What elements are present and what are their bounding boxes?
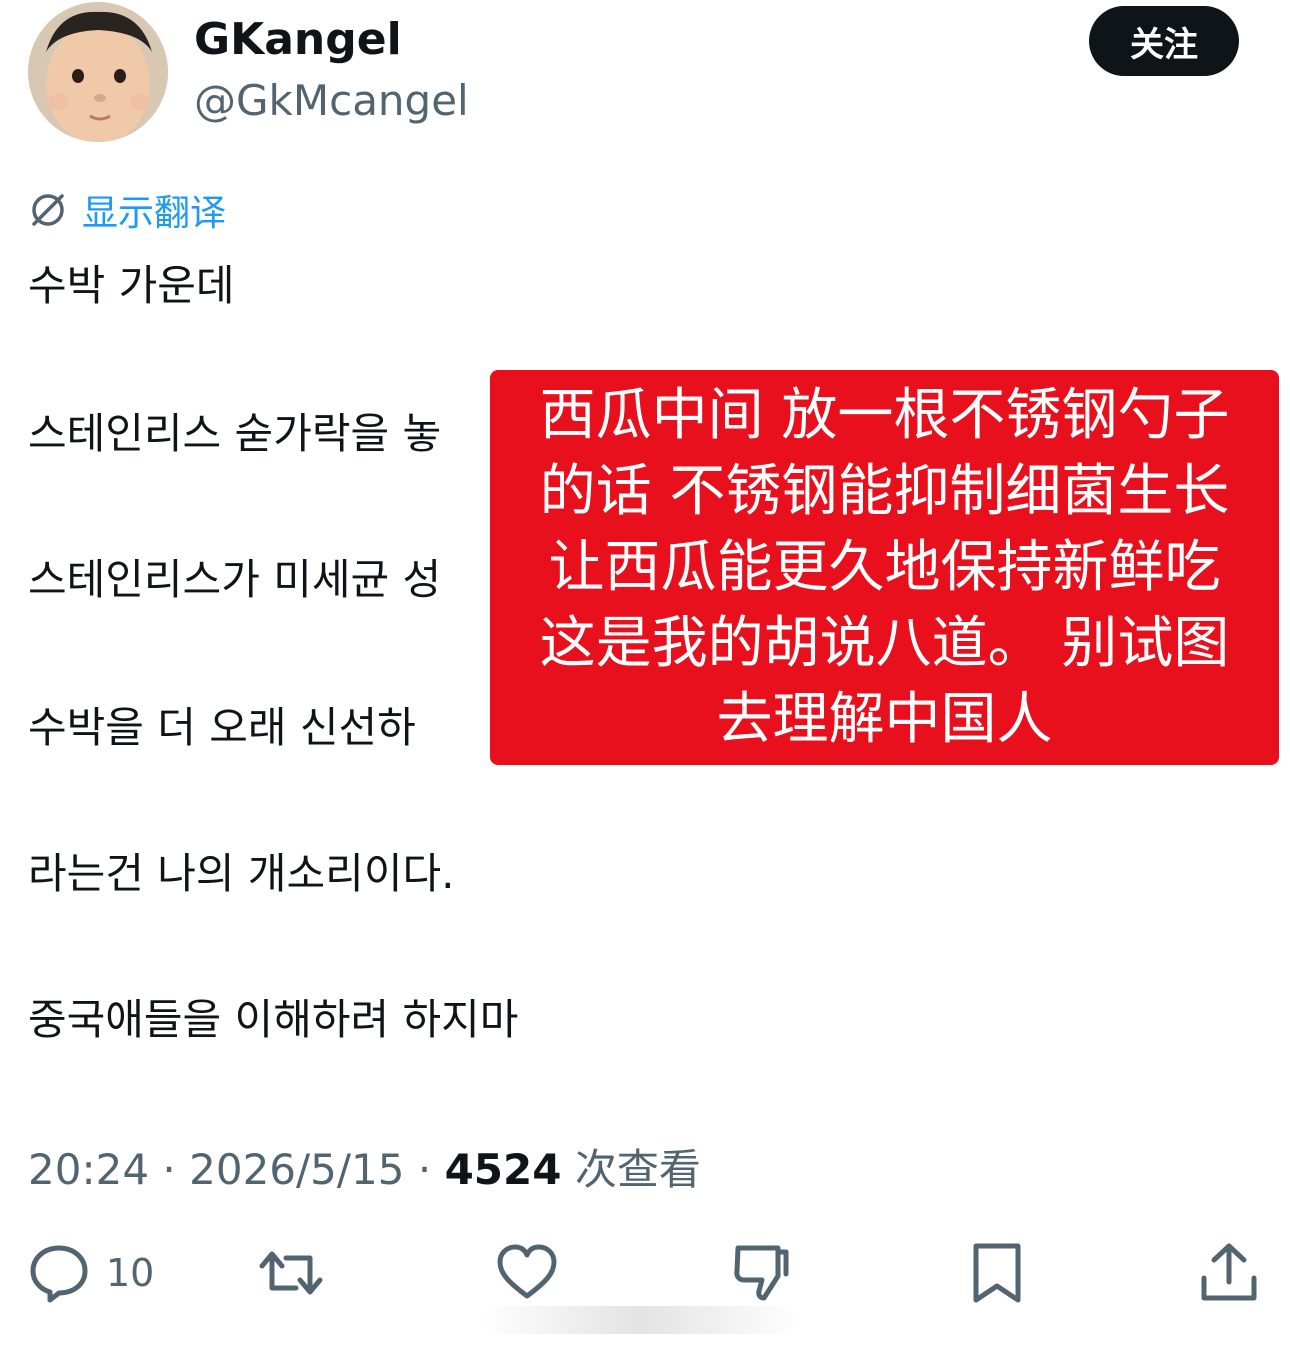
repost-button[interactable] <box>258 1238 324 1308</box>
overlay-line: 这是我的胡说八道。 别试图 <box>539 611 1230 676</box>
tweet-time[interactable]: 20:24 <box>28 1145 149 1194</box>
avatar[interactable] <box>28 2 168 142</box>
bookmark-icon <box>973 1243 1021 1303</box>
tweet-meta: 20:24 · 2026/5/15 · 4524 次查看 <box>28 1136 701 1197</box>
show-translation-link[interactable]: 显示翻译 <box>28 184 226 236</box>
reply-button[interactable]: 10 <box>26 1238 154 1308</box>
overlay-line: 的话 不锈钢能抑制细菌生长 <box>539 459 1230 524</box>
author-display-name[interactable]: GKangel <box>194 14 402 65</box>
avatar-image <box>28 2 168 142</box>
overlay-line: 西瓜中间 放一根不锈钢勺子 <box>539 383 1230 448</box>
tweet-text-line: 라는건 나의 개소리이다. <box>28 849 455 898</box>
reply-icon <box>30 1245 88 1303</box>
tweet-text-line: 스테인리스가 미세균 성 <box>28 555 442 604</box>
meta-separator: · <box>162 1145 176 1194</box>
like-button[interactable] <box>494 1238 560 1308</box>
meta-separator: · <box>417 1145 432 1194</box>
share-button[interactable] <box>1196 1238 1262 1308</box>
overlay-line: 让西瓜能更久地保持新鲜吃 <box>548 535 1221 600</box>
author-handle[interactable]: @GkMcangel <box>194 76 469 125</box>
follow-button[interactable]: 关注 <box>1089 6 1239 76</box>
translate-off-icon <box>32 194 64 226</box>
thumbs-down-icon <box>734 1245 789 1301</box>
tweet-date[interactable]: 2026/5/15 <box>189 1145 404 1194</box>
repost-icon <box>259 1251 323 1295</box>
heart-icon <box>497 1244 557 1299</box>
tweet-text-line: 수박 가운데 <box>28 261 235 310</box>
translation-overlay: 西瓜中间 放一根不锈钢勺子 的话 不锈钢能抑制细菌生长 让西瓜能更久地保持新鲜吃… <box>490 370 1279 765</box>
views-label: 次查看 <box>574 1145 701 1194</box>
dislike-button[interactable] <box>728 1238 794 1308</box>
tweet-text-line: 중국애들을 이해하려 하지마 <box>28 995 519 1044</box>
reply-count: 10 <box>106 1251 155 1295</box>
translate-label: 显示翻译 <box>82 193 227 234</box>
view-count: 4524 <box>444 1145 562 1194</box>
tweet-text-line: 스테인리스 숟가락을 놓 <box>28 409 442 458</box>
watermark-blur <box>480 1306 800 1334</box>
overlay-line: 去理解中国人 <box>716 687 1053 752</box>
bookmark-button[interactable] <box>964 1238 1030 1308</box>
share-icon <box>1201 1243 1257 1301</box>
tweet-text-line: 수박을 더 오래 신선하 <box>28 703 416 752</box>
